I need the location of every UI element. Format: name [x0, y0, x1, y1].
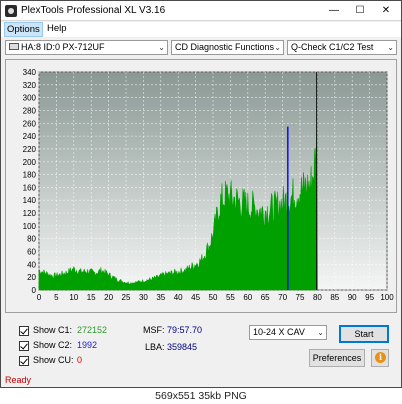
x-tick-label: 10	[69, 293, 78, 302]
x-tick-label: 90	[348, 293, 357, 302]
chevron-down-icon: ⌄	[317, 328, 324, 337]
y-tick-label: 140	[23, 196, 37, 205]
title-bar: PlexTools Professional XL V3.16 — ☐ ✕	[1, 1, 401, 21]
menu-help[interactable]: Help	[45, 23, 69, 34]
cu-label: Show CU:	[33, 355, 74, 365]
y-tick-label: 120	[23, 209, 37, 218]
y-tick-label: 280	[23, 106, 37, 115]
x-tick-label: 25	[122, 293, 131, 302]
x-tick-label: 15	[87, 293, 96, 302]
x-tick-label: 65	[261, 293, 270, 302]
x-tick-label: 95	[365, 293, 374, 302]
info-icon: i	[375, 352, 386, 363]
test-select[interactable]: Q-Check C1/C2 Test ⌄	[287, 40, 397, 55]
x-tick-label: 55	[226, 293, 235, 302]
x-tick-label: 20	[104, 293, 113, 302]
image-caption: 569x551 35kb PNG	[0, 388, 402, 404]
y-tick-label: 60	[27, 248, 36, 257]
y-tick-label: 260	[23, 119, 37, 128]
function-select[interactable]: CD Diagnostic Functions ⌄	[171, 40, 284, 55]
speed-select[interactable]: 10-24 X CAV ⌄	[249, 325, 327, 340]
x-tick-label: 70	[278, 293, 287, 302]
app-window: PlexTools Professional XL V3.16 — ☐ ✕ Op…	[0, 0, 402, 388]
x-tick-label: 75	[296, 293, 305, 302]
x-tick-label: 0	[37, 293, 42, 302]
close-icon[interactable]: ✕	[375, 2, 397, 19]
show-cu-checkbox[interactable]	[19, 356, 29, 366]
stats-panel: Show C1: 272152 Show C2: 1992 Show CU: 0…	[5, 319, 397, 371]
chevron-down-icon: ⌄	[274, 43, 281, 52]
x-tick-label: 60	[243, 293, 252, 302]
x-tick-label: 30	[139, 293, 148, 302]
maximize-icon[interactable]: ☐	[349, 2, 371, 19]
x-tick-label: 35	[156, 293, 165, 302]
speed-select-value: 10-24 X CAV	[253, 327, 305, 337]
app-icon	[5, 5, 17, 17]
start-button[interactable]: Start	[339, 325, 389, 343]
c1-value: 272152	[77, 325, 108, 335]
c2-value: 1992	[77, 340, 98, 350]
minimize-icon[interactable]: —	[323, 2, 345, 19]
x-tick-label: 5	[54, 293, 59, 302]
lba-label: LBA:	[145, 342, 165, 352]
function-select-value: CD Diagnostic Functions	[175, 42, 275, 52]
preferences-button[interactable]: Preferences	[309, 349, 365, 367]
x-tick-label: 80	[313, 293, 322, 302]
chevron-down-icon: ⌄	[158, 43, 165, 52]
y-tick-label: 160	[23, 183, 37, 192]
test-select-value: Q-Check C1/C2 Test	[291, 42, 374, 52]
cu-value: 0	[77, 355, 83, 365]
x-tick-label: 40	[174, 293, 183, 302]
menu-options[interactable]: Options	[4, 22, 43, 37]
y-tick-label: 180	[23, 171, 37, 180]
x-tick-label: 50	[209, 293, 218, 302]
drive-select-value: HA:8 ID:0 PX-712UF	[21, 42, 105, 52]
y-tick-label: 40	[27, 260, 36, 269]
info-button[interactable]: i	[371, 349, 389, 367]
chart-panel: 0 20 40 60 80 100 120 140 160 180 200 220 240 260 280 3…	[5, 59, 397, 313]
menu-bar: Options Help	[1, 22, 401, 37]
show-c1-checkbox[interactable]	[19, 326, 29, 336]
y-tick-label: 80	[27, 235, 36, 244]
y-tick-label: 220	[23, 145, 37, 154]
msf-label: MSF:	[143, 325, 165, 335]
chevron-down-icon: ⌄	[387, 43, 394, 52]
msf-value: 79:57.70	[167, 325, 203, 335]
y-tick-label: 300	[23, 94, 37, 103]
window-title: PlexTools Professional XL V3.16	[21, 5, 166, 16]
c2-label: Show C2:	[33, 340, 73, 350]
drive-icon	[9, 43, 19, 51]
x-tick-label: 45	[191, 293, 200, 302]
y-tick-label: 200	[23, 158, 37, 167]
y-tick-label: 340	[23, 68, 37, 77]
x-tick-label: 85	[330, 293, 339, 302]
c1-c2-chart: 0 20 40 60 80 100 120 140 160 180 200 220 240 260 280 3…	[23, 68, 395, 302]
show-c2-checkbox[interactable]	[19, 341, 29, 351]
status-text: Ready	[5, 375, 32, 385]
lba-value: 359845	[167, 342, 198, 352]
y-tick-label: 20	[27, 273, 36, 282]
y-tick-label: 100	[23, 222, 37, 231]
drive-select[interactable]: HA:8 ID:0 PX-712UF ⌄	[5, 40, 168, 55]
c1-label: Show C1:	[33, 325, 73, 335]
x-tick-label: 100	[380, 293, 394, 302]
y-tick-label: 240	[23, 132, 37, 141]
y-tick-label: 320	[23, 81, 37, 90]
